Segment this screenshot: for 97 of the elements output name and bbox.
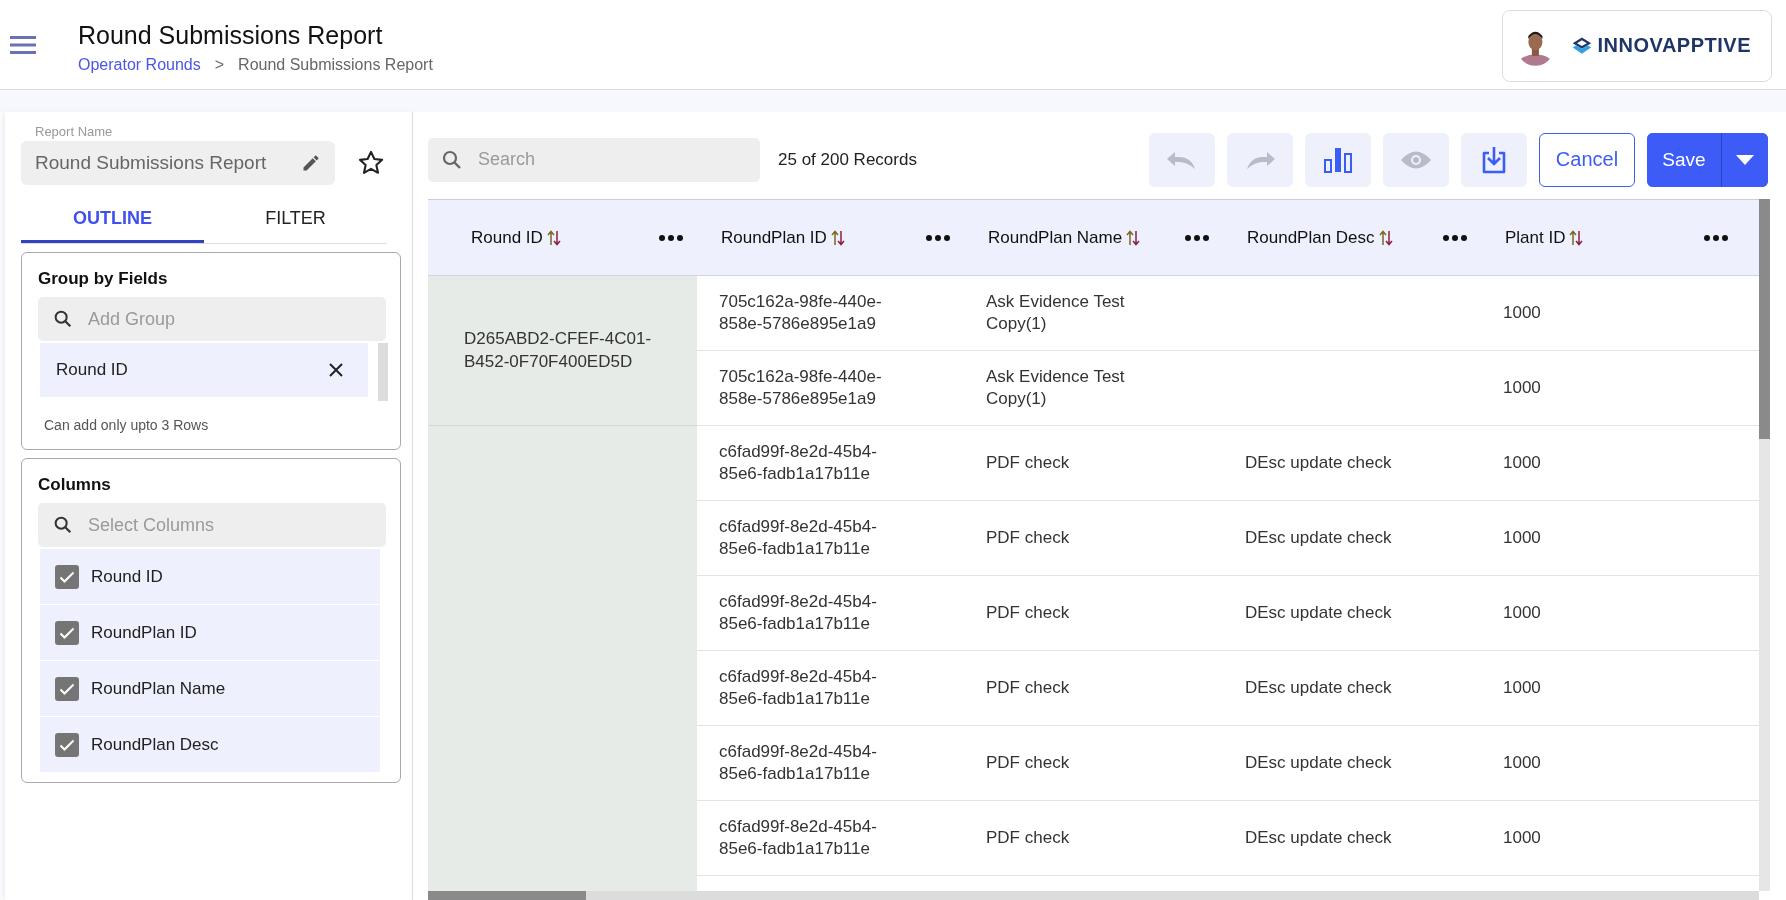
more-icon[interactable] (926, 234, 950, 241)
search-icon (52, 514, 74, 536)
table-cell-text: c6fad99f-8e2d-45b4-85e6-fadb1a17b11e (719, 815, 878, 860)
more-icon[interactable] (1185, 234, 1209, 241)
save-button[interactable]: Save (1647, 132, 1722, 187)
report-name-field[interactable]: Round Submissions Report (21, 141, 335, 185)
chart-button[interactable] (1305, 132, 1371, 187)
more-icon[interactable] (1443, 234, 1467, 241)
table-cell-text: 1000 (1503, 526, 1542, 549)
breadcrumb-separator: > (214, 56, 225, 74)
vertical-scrollbar[interactable] (1759, 199, 1770, 891)
column-item[interactable]: RoundPlan Name (40, 661, 380, 716)
table-cell-text: c6fad99f-8e2d-45b4-85e6-fadb1a17b11e (719, 740, 878, 785)
star-icon[interactable] (357, 149, 385, 177)
table-cell-text: D265ABD2-CFEF-4C01-B452-0F70F400ED5D (464, 328, 653, 373)
table-cell-text: 1000 (1503, 376, 1542, 399)
more-icon[interactable] (659, 234, 683, 241)
column-title: Round ID (471, 227, 543, 248)
group-item[interactable]: Round ID (40, 343, 369, 397)
column-label: RoundPlan Desc (91, 734, 219, 755)
checkbox[interactable] (55, 732, 79, 757)
field-value: Round Submissions Report (35, 152, 267, 174)
breadcrumb-link[interactable]: Operator Rounds (78, 56, 201, 74)
column-label: Round ID (91, 566, 163, 587)
edit-icon[interactable] (301, 153, 321, 173)
table-cell-text: 1000 (1503, 451, 1542, 474)
caret-icon (1735, 153, 1755, 166)
hint-text: Can add only upto 3 Rows (44, 417, 210, 433)
search-field[interactable]: Select Columns (38, 503, 386, 547)
table-cell-text: 1000 (1503, 826, 1542, 849)
horizontal-scrollbar[interactable] (428, 891, 1759, 900)
sort-icon[interactable] (546, 229, 561, 246)
more-icon[interactable] (1704, 234, 1728, 241)
table-cell-text: c6fad99f-8e2d-45b4-85e6-fadb1a17b11e (719, 440, 878, 485)
page-title: Round Submissions Report (78, 21, 384, 50)
panel-title: Group by Fields (38, 269, 169, 289)
table-cell-text: c6fad99f-8e2d-45b4-85e6-fadb1a17b11e (719, 515, 878, 560)
search-icon (52, 308, 74, 330)
column-header[interactable]: RoundPlan Name (964, 200, 1223, 276)
column-title: Plant ID (1505, 227, 1566, 248)
sort-icon[interactable] (1378, 229, 1393, 246)
table-cell-text: PDF check (986, 451, 1071, 474)
column-header[interactable]: Round ID (428, 200, 697, 276)
column-label: RoundPlan Name (91, 678, 226, 699)
table-cell-text: DEsc update check (1245, 751, 1393, 774)
download-icon (1481, 144, 1507, 175)
search-field[interactable]: Search (428, 137, 760, 182)
menu-icon[interactable] (10, 35, 36, 54)
field-label: Report Name (35, 124, 113, 139)
table-cell-text: PDF check (986, 676, 1071, 699)
table-cell-text: Ask Evidence Test Copy(1) (986, 290, 1126, 335)
table-cell-text: DEsc update check (1245, 826, 1393, 849)
table-cell-text: 1000 (1503, 301, 1542, 324)
table-cell-text: c6fad99f-8e2d-45b4-85e6-fadb1a17b11e (719, 590, 878, 635)
sidebar-tab[interactable]: FILTER (204, 197, 387, 243)
table-cell-text: PDF check (986, 526, 1071, 549)
bar-chart-icon (1323, 145, 1353, 174)
checkbox[interactable] (55, 676, 79, 701)
column-item[interactable]: RoundPlan Desc (40, 717, 380, 772)
close-icon[interactable] (328, 362, 345, 378)
sort-icon[interactable] (1126, 229, 1141, 246)
group-label: Round ID (56, 360, 128, 380)
table-cell-text: PDF check (986, 826, 1071, 849)
brand-name: INNOVAPPTIVE (1597, 34, 1751, 57)
column-header[interactable]: RoundPlan ID (697, 200, 964, 276)
search-field[interactable]: Add Group (38, 297, 386, 341)
column-item[interactable]: RoundPlan ID (40, 605, 380, 660)
breadcrumb-current: Round Submissions Report (238, 56, 433, 74)
table-cell-text: Ask Evidence Test Copy(1) (986, 365, 1126, 410)
cancel-button[interactable]: Cancel (1539, 132, 1635, 187)
column-item[interactable]: Round ID (40, 549, 380, 604)
table-cell-text: DEsc update check (1245, 676, 1393, 699)
table-cell-text: PDF check (986, 751, 1071, 774)
table-cell-text: 705c162a-98fe-440e-858e-5786e895e1a9 (719, 365, 883, 410)
table-cell-text: DEsc update check (1245, 601, 1393, 624)
table-cell-text: 1000 (1503, 676, 1542, 699)
table-cell-text: 1000 (1503, 601, 1542, 624)
column-title: RoundPlan Name (988, 227, 1123, 248)
checkbox[interactable] (55, 620, 79, 645)
column-header[interactable]: RoundPlan Desc (1223, 200, 1481, 276)
sort-icon[interactable] (830, 229, 845, 246)
table-cell-text: DEsc update check (1245, 451, 1393, 474)
column-title: RoundPlan Desc (1247, 227, 1375, 248)
sort-icon[interactable] (1569, 229, 1584, 246)
record-count: 25 of 200 Records (778, 149, 917, 170)
column-label: RoundPlan ID (91, 622, 197, 643)
table-cell-text: c6fad99f-8e2d-45b4-85e6-fadb1a17b11e (719, 665, 878, 710)
sidebar-tab[interactable]: OUTLINE (21, 197, 204, 243)
column-title: RoundPlan ID (721, 227, 827, 248)
table-cell-text: PDF check (986, 601, 1071, 624)
panel-title: Columns (38, 475, 112, 495)
column-header[interactable]: Plant ID (1481, 200, 1742, 276)
table-cell-text: 705c162a-98fe-440e-858e-5786e895e1a9 (719, 290, 883, 335)
table-cell-text: 1000 (1503, 751, 1542, 774)
table-cell-text: DEsc update check (1245, 526, 1393, 549)
download-button[interactable] (1461, 132, 1527, 187)
checkbox[interactable] (55, 564, 79, 589)
